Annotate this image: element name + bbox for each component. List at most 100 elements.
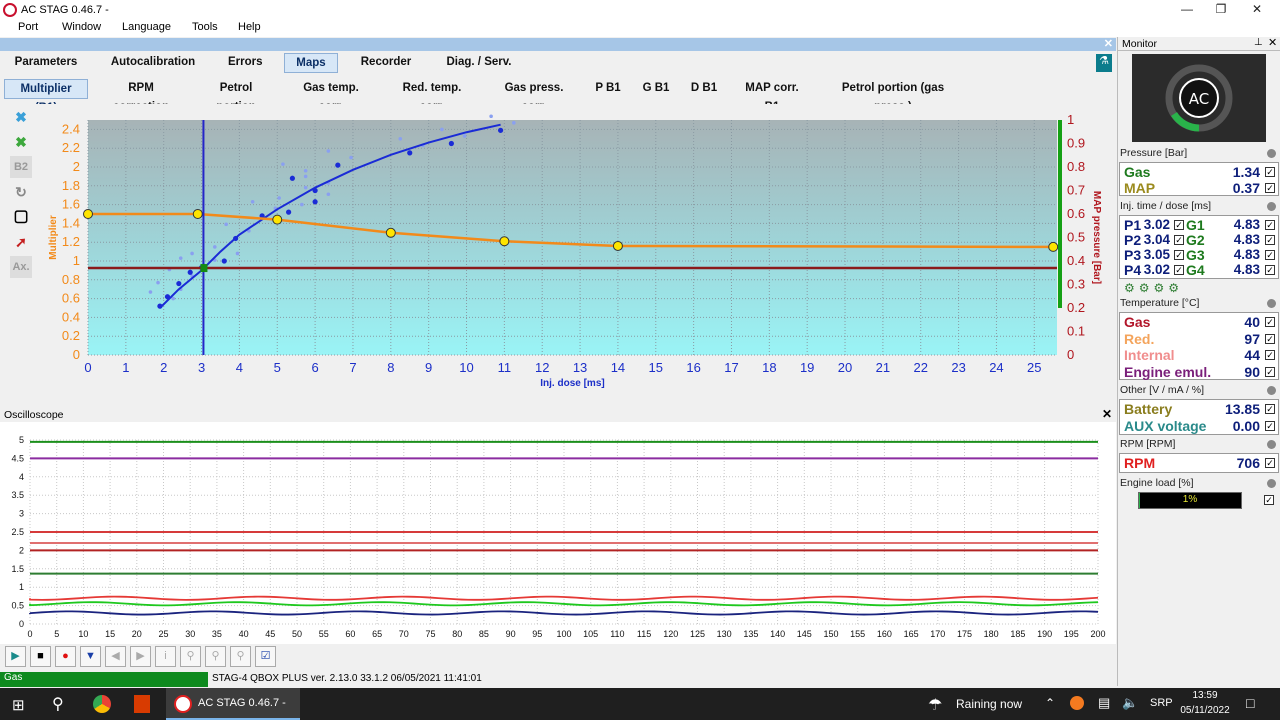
inj-gas-checkbox[interactable]: ✓	[1265, 265, 1275, 275]
gas-pressure-checkbox[interactable]: ✓	[1265, 167, 1275, 177]
oscilloscope-chart[interactable]: 0 5 10 15 20 25 30 35 40 45 50 55 60 65 70 75 80 85 90 95 10…	[0, 422, 1116, 644]
menu-language[interactable]: Language	[122, 21, 171, 33]
info-icon[interactable]: i	[155, 646, 176, 667]
osc-x-tick-label: 15	[105, 629, 115, 639]
inj-petrol-checkbox[interactable]: ✓	[1174, 265, 1184, 275]
tab-maps[interactable]: Maps	[284, 53, 338, 73]
engine-load-checkbox[interactable]: ✓	[1264, 495, 1274, 505]
settings-checkbox-icon[interactable]: ☑	[255, 646, 276, 667]
gas-pressure-label: Gas	[1124, 164, 1151, 180]
inj-petrol-checkbox[interactable]: ✓	[1174, 250, 1184, 260]
multiplier-point[interactable]	[1048, 241, 1059, 252]
zoom-icon[interactable]: ⚲	[180, 646, 201, 667]
search-icon[interactable]: ⚲	[52, 694, 64, 714]
tab-parameters[interactable]: Parameters	[8, 53, 84, 73]
menu-tools[interactable]: Tools	[192, 21, 218, 33]
close-oscilloscope-icon[interactable]: ✕	[1102, 407, 1112, 421]
taskbar-app-acstag[interactable]: AC STAG 0.46.7 -	[166, 688, 300, 720]
menu-port[interactable]: Port	[18, 21, 38, 33]
subtab-g-b1[interactable]: G B1	[636, 79, 676, 99]
tray-avast-icon[interactable]	[1070, 696, 1084, 710]
map-pressure-label: MAP	[1124, 180, 1156, 196]
ac-logo-icon: AC	[1132, 54, 1266, 142]
multiplier-point[interactable]	[192, 209, 203, 219]
osc-x-tick-label: 110	[610, 629, 624, 639]
language-indicator[interactable]: SRP	[1150, 697, 1173, 709]
inj-gas-checkbox[interactable]: ✓	[1265, 220, 1275, 230]
stop-icon[interactable]: ■	[30, 646, 51, 667]
multiplier-point[interactable]	[612, 240, 623, 251]
temp-checkbox[interactable]: ✓	[1265, 366, 1275, 377]
tab-autocalibration[interactable]: Autocalibration	[104, 53, 202, 73]
sample-point	[221, 258, 227, 264]
multiplier-point[interactable]	[385, 227, 396, 238]
inj-petrol-checkbox[interactable]: ✓	[1174, 220, 1184, 230]
multiplier-chart[interactable]: 0 1 2 3 4 5 6 7 8 9 10 11 12 13 14 15 16 17 18 19 20 21 22 23 24…	[0, 104, 1116, 400]
windows-start-icon[interactable]: ⊞	[12, 696, 25, 714]
rpm-checkbox[interactable]: ✓	[1265, 458, 1275, 468]
usb-icon[interactable]: ⚗	[1096, 54, 1112, 72]
temp-value: 44	[1244, 347, 1260, 363]
menu-help[interactable]: Help	[238, 21, 261, 33]
other-checkbox[interactable]: ✓	[1265, 404, 1275, 414]
subtab-petrol-portion-gas-press[interactable]: Petrol portion (gas press.)	[820, 79, 966, 113]
pin-icon[interactable]: ⊥	[1254, 37, 1263, 48]
close-monitor-icon[interactable]: ✕	[1268, 36, 1277, 49]
multiplier-point[interactable]	[499, 236, 510, 247]
tab-errors[interactable]: Errors	[222, 53, 268, 73]
subtab-map-corr-b1[interactable]: MAP corr. B1	[732, 79, 812, 113]
multiplier-point[interactable]	[83, 209, 93, 219]
subtab-gas-temp-corr[interactable]: Gas temp. corr.	[286, 79, 376, 113]
tab-recorder[interactable]: Recorder	[352, 53, 420, 73]
subtab-d-b1[interactable]: D B1	[684, 79, 724, 99]
temp-checkbox[interactable]: ✓	[1265, 317, 1275, 327]
inj-gas-checkbox[interactable]: ✓	[1265, 250, 1275, 260]
map-pressure-checkbox[interactable]: ✓	[1265, 183, 1275, 193]
multiplier-point[interactable]	[272, 214, 283, 225]
clock-time[interactable]: 13:59	[1180, 690, 1230, 701]
close-panel-icon[interactable]: ✕	[1104, 37, 1113, 50]
clock-date[interactable]: 05/11/2022	[1176, 705, 1234, 716]
office-icon[interactable]	[134, 695, 150, 713]
subtab-red-temp-corr[interactable]: Red. temp. corr.	[384, 79, 480, 113]
sample-point	[286, 209, 292, 215]
next-icon[interactable]: ▶	[130, 646, 151, 667]
notifications-icon[interactable]: □	[1246, 695, 1254, 711]
zoom-in-icon[interactable]: ⚲	[205, 646, 226, 667]
subtab-petrol-portion[interactable]: Petrol portion	[195, 79, 277, 113]
subtab-gas-press-corr[interactable]: Gas press. corr.	[488, 79, 580, 113]
weather-text[interactable]: Raining now	[956, 697, 1022, 711]
section-rpm: RPM [RPM]	[1118, 438, 1280, 452]
x-tick-label: 9	[425, 360, 432, 375]
temp-checkbox[interactable]: ✓	[1265, 350, 1275, 360]
subtab-rpm-correction[interactable]: RPM correction	[96, 79, 186, 113]
menu-window[interactable]: Window	[62, 21, 101, 33]
tab-diag-serv[interactable]: Diag. / Serv.	[436, 53, 522, 73]
network-icon[interactable]: ▤	[1098, 695, 1110, 711]
tray-chevron-icon[interactable]: ⌃	[1045, 696, 1055, 710]
x-tick-label: 7	[349, 360, 356, 375]
inj-gas-checkbox[interactable]: ✓	[1265, 235, 1275, 245]
save-icon[interactable]: ▼	[80, 646, 101, 667]
inj-petrol-checkbox[interactable]: ✓	[1174, 235, 1184, 245]
subtab-multiplier[interactable]: Multiplier (B1)	[4, 79, 88, 114]
volume-icon[interactable]: 🔈	[1122, 695, 1138, 711]
x-tick-label: 16	[686, 360, 700, 375]
temp-checkbox[interactable]: ✓	[1265, 333, 1275, 344]
subtab-p-b1[interactable]: P B1	[588, 79, 628, 99]
osc-x-tick-label: 195	[1064, 629, 1079, 639]
osc-x-tick-label: 65	[372, 629, 382, 639]
logo-display: AC	[1132, 54, 1266, 142]
rpm-label: RPM	[1124, 455, 1156, 471]
close-icon[interactable]: ✕	[1234, 0, 1280, 19]
osc-x-tick-label: 160	[877, 629, 892, 639]
zoom-out-icon[interactable]: ⚲	[230, 646, 251, 667]
record-icon[interactable]: ●	[55, 646, 76, 667]
play-icon[interactable]: ▶	[5, 646, 26, 667]
inj-petrol-label: P3	[1124, 247, 1142, 263]
other-checkbox[interactable]: ✓	[1265, 420, 1275, 431]
chrome-icon[interactable]	[93, 695, 111, 713]
osc-x-tick-label: 80	[452, 629, 462, 639]
taskbar-app-title: AC STAG 0.46.7 -	[198, 697, 286, 709]
prev-icon[interactable]: ◀	[105, 646, 126, 667]
